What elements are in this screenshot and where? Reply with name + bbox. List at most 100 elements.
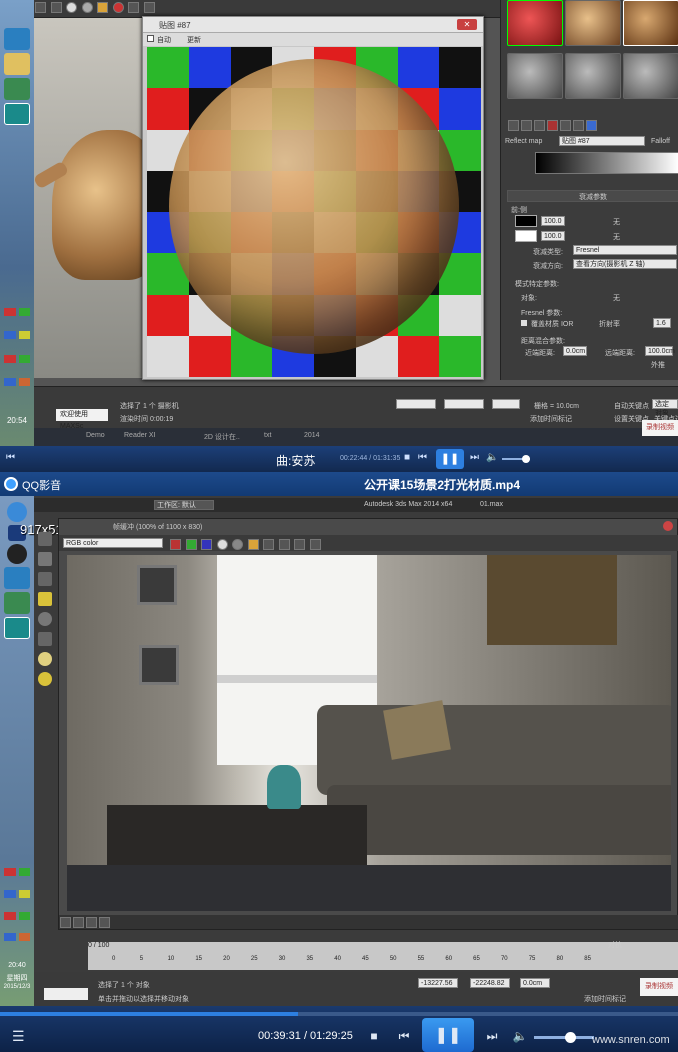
bottom-app-icon-3dsmax[interactable]	[4, 567, 30, 589]
mini-back-icon[interactable]: ⏮	[6, 452, 15, 463]
unique-icon[interactable]	[573, 120, 584, 131]
auto-key-button[interactable]: 自动关键点	[614, 401, 649, 411]
fb-bottom-icon-1[interactable]	[60, 917, 71, 928]
bottom-app-icon-max-active[interactable]	[4, 617, 30, 639]
coord-y-field[interactable]	[444, 399, 484, 409]
ior-field[interactable]: 1.6	[653, 318, 671, 328]
assign-material-icon[interactable]	[534, 120, 545, 131]
slot-red-sphere[interactable]	[507, 0, 563, 46]
volume-knob[interactable]	[565, 1032, 576, 1043]
timeline-position[interactable]: 0 / 100	[88, 942, 109, 949]
get-material-icon[interactable]	[508, 120, 519, 131]
front-map-none[interactable]: 无	[613, 217, 620, 227]
toolbar-c-button[interactable]	[35, 2, 46, 13]
fb-folder-icon[interactable]	[247, 539, 259, 550]
cmd-icon-3[interactable]	[38, 572, 52, 586]
fb-save-icon[interactable]	[263, 539, 275, 550]
bottom-app-icon-obs[interactable]	[7, 544, 27, 564]
cmd-icon-5[interactable]	[38, 612, 52, 626]
stop-button[interactable]: ■	[360, 1022, 388, 1050]
section-header[interactable]: 衰减参数	[507, 190, 678, 202]
add-time-tag-link[interactable]: 添加时间标记	[530, 414, 572, 424]
coord-z-field[interactable]	[492, 399, 520, 409]
volume-slider[interactable]	[534, 1032, 594, 1043]
coord-x-field[interactable]	[396, 399, 436, 409]
next-button[interactable]: ⏭	[478, 1022, 506, 1050]
selected-object-dropdown[interactable]: 选定对象	[652, 399, 678, 417]
bottom-app-icon-monitor[interactable]	[4, 592, 30, 614]
color-mode-select[interactable]: RGB color	[63, 538, 163, 548]
app-icon-monitor[interactable]	[4, 78, 30, 100]
fb-alpha-icon[interactable]	[216, 539, 228, 550]
toolbar-copy-icon[interactable]	[143, 2, 155, 13]
bottom-coord-y[interactable]: -22248.82	[470, 978, 510, 988]
taskbar-item-design[interactable]: 2D 设计在..	[204, 432, 240, 442]
slot-wood-sphere[interactable]	[565, 0, 621, 46]
bottom-app-icon-start[interactable]	[7, 502, 27, 522]
app-icon-folder[interactable]	[4, 53, 30, 75]
override-ior-checkbox[interactable]	[521, 320, 527, 326]
top-record-badge[interactable]: 录制视频	[642, 420, 678, 436]
volume-icon[interactable]: 🔈	[506, 1022, 534, 1050]
toolbar-b-button[interactable]	[50, 2, 62, 13]
taskbar-item-reader[interactable]: Reader XI	[124, 432, 156, 439]
frame-buffer-close-button[interactable]	[663, 521, 673, 531]
pause-button[interactable]: ❚❚	[422, 1018, 474, 1052]
fb-clone-icon[interactable]	[294, 539, 306, 550]
cmd-icon-6[interactable]	[38, 632, 52, 646]
cmd-icon-7[interactable]	[38, 652, 52, 666]
fb-mono-icon[interactable]	[232, 539, 244, 550]
toolbar-circle2-icon[interactable]	[81, 2, 93, 13]
reflect-map-dropdown[interactable]: 贴图 #87	[559, 136, 645, 146]
delete-material-icon[interactable]	[547, 120, 558, 131]
cmd-icon-4[interactable]	[38, 592, 52, 606]
taskbar-item-txt[interactable]: txt	[264, 432, 271, 439]
slot-wood-sphere-2[interactable]	[623, 0, 678, 46]
cmd-icon-2[interactable]	[38, 552, 52, 566]
maxscript-listener[interactable]: 欢迎使用 MAXSc	[56, 409, 108, 430]
app-icon-max-active[interactable]	[4, 103, 30, 125]
copy-material-icon[interactable]	[560, 120, 571, 131]
taskbar-item-demo[interactable]: Demo	[86, 432, 105, 439]
app-icon-3dsmax[interactable]	[4, 28, 30, 50]
auto-checkbox[interactable]	[147, 35, 154, 42]
player-menu-icon[interactable]: ☰	[12, 1028, 25, 1045]
front-amount[interactable]: 100.0	[541, 216, 565, 226]
fb-red-channel-icon[interactable]	[170, 539, 181, 550]
front-color-swatch[interactable]	[515, 215, 537, 227]
mini-pause-button[interactable]: ❚❚	[436, 449, 464, 469]
mini-stop-icon[interactable]: ■	[404, 452, 410, 463]
prev-button[interactable]: ⏮	[390, 1022, 418, 1050]
fb-blue-channel-icon[interactable]	[201, 539, 213, 550]
mini-next-icon[interactable]: ⏭	[470, 452, 479, 463]
workspace-dropdown[interactable]: 工作区: 默认	[154, 500, 214, 510]
taskbar-item-2014[interactable]: 2014	[304, 432, 320, 439]
slot-grey-3[interactable]	[623, 53, 678, 99]
tab-auto[interactable]: 自动	[157, 35, 171, 45]
bottom-listener[interactable]	[44, 988, 88, 1000]
toolbar-circle-icon[interactable]	[66, 2, 78, 13]
tab-update[interactable]: 更新	[187, 35, 201, 45]
toolbar-render-icon[interactable]	[112, 2, 124, 13]
falloff-dir-select[interactable]: 查看方向(摄影机 Z 轴)	[573, 259, 677, 269]
falloff-type-select[interactable]: Fresnel	[573, 245, 677, 255]
object-value[interactable]: 无	[613, 293, 620, 303]
far-field[interactable]: 100.0cm	[645, 346, 675, 356]
mini-volume-knob[interactable]	[522, 455, 530, 463]
show-map-icon[interactable]	[586, 120, 597, 131]
bottom-coord-z[interactable]: 0.0cm	[520, 978, 550, 988]
bottom-add-time-tag[interactable]: 添加时间标记	[584, 994, 626, 1004]
mini-prev-icon[interactable]: ⏮	[418, 452, 427, 463]
side-amount[interactable]: 100.0	[541, 231, 565, 241]
mini-volume-icon[interactable]: 🔈	[486, 452, 498, 463]
slot-grey-1[interactable]	[507, 53, 563, 99]
dialog-close-button[interactable]: ✕	[457, 19, 477, 30]
cmd-icon-1[interactable]	[38, 532, 52, 546]
fb-print-icon[interactable]	[309, 539, 321, 550]
fb-bottom-icon-2[interactable]	[73, 917, 84, 928]
bottom-coord-x[interactable]: -13227.56	[418, 978, 458, 988]
cmd-icon-8[interactable]	[38, 672, 52, 686]
toolbar-save-icon[interactable]	[128, 2, 140, 13]
toolbar-folder-icon[interactable]	[97, 2, 109, 13]
fb-copy-icon[interactable]	[278, 539, 290, 550]
